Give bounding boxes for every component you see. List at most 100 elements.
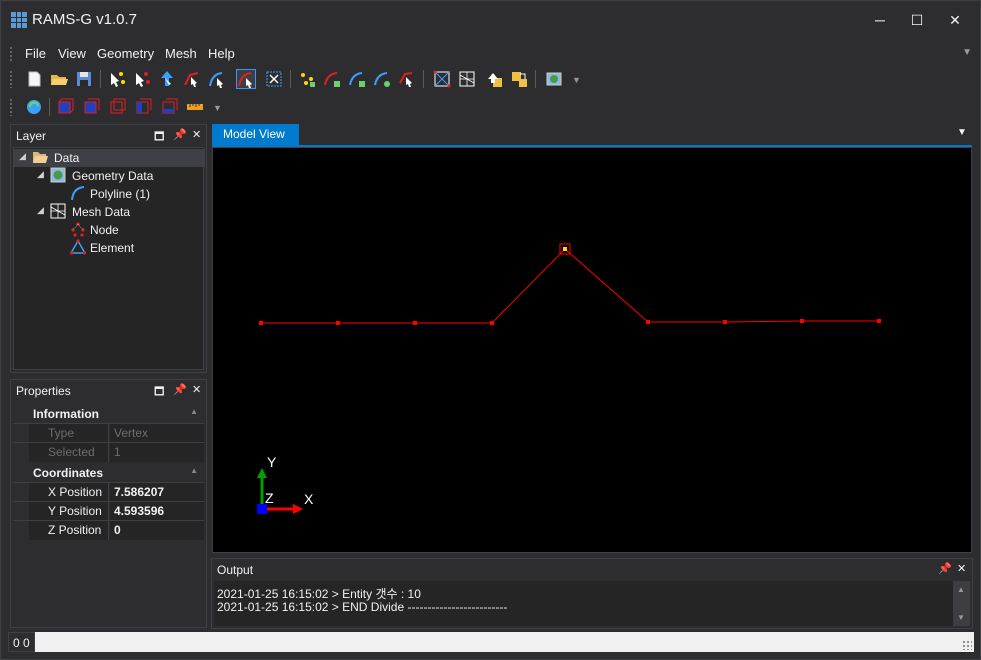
collapse-up-icon[interactable]: ▲: [190, 407, 198, 416]
menu-help[interactable]: Help: [208, 46, 235, 61]
model-canvas[interactable]: Y X Z: [213, 148, 971, 552]
tree-label-node: Node: [90, 223, 119, 237]
vertex-marker[interactable]: [800, 319, 804, 323]
scroll-down-icon[interactable]: ▼: [957, 613, 965, 622]
output-line: 2021-01-25 16:15:02 > END Divide -------…: [217, 600, 508, 614]
toolbar2-grip[interactable]: [9, 98, 13, 116]
property-name: X Position: [29, 483, 109, 502]
close-button[interactable]: ✕: [938, 7, 972, 33]
mesh-curve-icon[interactable]: [372, 69, 392, 89]
map-view-icon[interactable]: [544, 69, 564, 89]
polyline-vertices[interactable]: [259, 319, 881, 325]
view-front-icon[interactable]: [81, 97, 101, 117]
move-up-icon[interactable]: [157, 69, 177, 89]
menu-view[interactable]: View: [58, 46, 86, 61]
view-iso-icon[interactable]: [55, 97, 75, 117]
pin-icon[interactable]: 📌: [173, 128, 187, 141]
refresh-icon[interactable]: [24, 97, 44, 117]
minimize-button[interactable]: ─: [863, 7, 897, 33]
menu-geometry[interactable]: Geometry: [97, 46, 154, 61]
tree-node-polyline[interactable]: Polyline (1): [14, 185, 205, 203]
category-information[interactable]: Information ▲: [13, 404, 204, 423]
menu-overflow-icon[interactable]: ▼: [962, 47, 972, 58]
layer-panel-title: Layer: [16, 129, 47, 143]
menu-mesh[interactable]: Mesh: [165, 46, 197, 61]
panel-close-icon[interactable]: ✕: [957, 562, 966, 575]
category-coordinates[interactable]: Coordinates ▲: [13, 463, 204, 482]
mesh-select-icon[interactable]: [397, 69, 417, 89]
collapse-arrow-icon[interactable]: ◢: [37, 205, 44, 216]
menu-file[interactable]: File: [25, 46, 46, 61]
vertex-marker[interactable]: [723, 320, 727, 324]
vertex-marker[interactable]: [646, 320, 650, 324]
property-value[interactable]: 4.593596: [110, 502, 204, 521]
select-line-icon[interactable]: [182, 69, 202, 89]
toolbar-grip[interactable]: [9, 70, 13, 88]
draw-polyline-icon[interactable]: [207, 69, 227, 89]
polyline-geometry[interactable]: [261, 248, 879, 324]
app-window: RAMS-G v1.0.7 ─ ☐ ✕ File View Geometry M…: [0, 0, 981, 660]
save-icon[interactable]: [74, 69, 94, 89]
view-top-icon[interactable]: [107, 97, 127, 117]
category-label: Coordinates: [33, 466, 104, 480]
pin-icon[interactable]: 📌: [173, 383, 187, 396]
view-bottom-icon[interactable]: [159, 97, 179, 117]
menu-grip[interactable]: [9, 46, 13, 62]
vertex-marker[interactable]: [259, 321, 263, 325]
model-viewport[interactable]: Y X Z: [212, 147, 972, 553]
property-row-selected[interactable]: Selected 1: [13, 442, 204, 462]
output-log[interactable]: 2021-01-25 16:15:02 > Entity 갯수 : 10 202…: [214, 581, 970, 626]
vertex-marker[interactable]: [490, 321, 494, 325]
new-file-icon[interactable]: [24, 69, 44, 89]
view-side-icon[interactable]: [133, 97, 153, 117]
collapse-arrow-icon[interactable]: ◢: [37, 169, 44, 180]
scroll-up-icon[interactable]: ▲: [957, 585, 965, 594]
mesh-export-icon[interactable]: [509, 69, 529, 89]
vertex-marker[interactable]: [336, 321, 340, 325]
property-value[interactable]: 0: [110, 521, 204, 540]
vertex-marker[interactable]: [413, 321, 417, 325]
panel-close-icon[interactable]: ✕: [192, 383, 201, 396]
maximize-button[interactable]: ☐: [900, 7, 934, 33]
toolbar-overflow-icon[interactable]: ▼: [572, 75, 581, 85]
tree-node-mesh-data[interactable]: ◢ Mesh Data: [14, 203, 205, 221]
select-point-icon[interactable]: [132, 69, 152, 89]
property-row-type[interactable]: Type Vertex: [13, 423, 204, 443]
float-window-icon[interactable]: 🗖: [154, 383, 164, 402]
tab-model-view[interactable]: Model View: [212, 124, 299, 146]
collapse-up-icon[interactable]: ▲: [190, 466, 198, 475]
property-row-x-position[interactable]: X Position 7.586207: [13, 482, 204, 502]
open-folder-icon[interactable]: [49, 69, 69, 89]
pin-icon[interactable]: 📌: [938, 562, 952, 575]
collapse-arrow-icon[interactable]: ◢: [19, 151, 26, 162]
properties-panel: Properties 🗖 📌 ✕ Information ▲ Type Vert…: [10, 379, 207, 628]
properties-panel-title: Properties: [16, 384, 71, 398]
mesh-node-icon[interactable]: [297, 69, 317, 89]
panel-close-icon[interactable]: ✕: [192, 128, 201, 141]
menu-bar: File View Geometry Mesh Help ▼: [9, 44, 974, 64]
mesh-line-blue-icon[interactable]: [347, 69, 367, 89]
tree-node-data[interactable]: ◢ Data: [14, 149, 205, 167]
property-value[interactable]: 7.586207: [110, 483, 204, 502]
divide-polyline-icon[interactable]: [236, 69, 256, 89]
title-bar: RAMS-G v1.0.7 ─ ☐ ✕: [1, 1, 980, 39]
output-scrollbar[interactable]: ▲ ▼: [953, 581, 970, 626]
property-row-y-position[interactable]: Y Position 4.593596: [13, 501, 204, 521]
mesh-grid-icon[interactable]: [457, 69, 477, 89]
mesh-generate-icon[interactable]: [432, 69, 452, 89]
toolbar2-overflow-icon[interactable]: ▼: [213, 103, 222, 113]
select-area-icon[interactable]: [264, 69, 284, 89]
document-list-dropdown-icon[interactable]: ▼: [957, 127, 967, 138]
add-point-icon[interactable]: [107, 69, 127, 89]
resize-grip-icon[interactable]: [962, 640, 972, 650]
ruler-icon[interactable]: [185, 97, 205, 117]
float-window-icon[interactable]: 🗖: [154, 128, 164, 147]
tree-node-geometry-data[interactable]: ◢ Geometry Data: [14, 167, 205, 185]
vertex-marker[interactable]: [877, 319, 881, 323]
mesh-line-red-icon[interactable]: [322, 69, 342, 89]
mesh-import-icon[interactable]: [484, 69, 504, 89]
tree-node-element[interactable]: Element: [14, 239, 205, 257]
property-row-z-position[interactable]: Z Position 0: [13, 520, 204, 540]
node-icon: [70, 221, 86, 237]
tree-node-node[interactable]: Node: [14, 221, 205, 239]
